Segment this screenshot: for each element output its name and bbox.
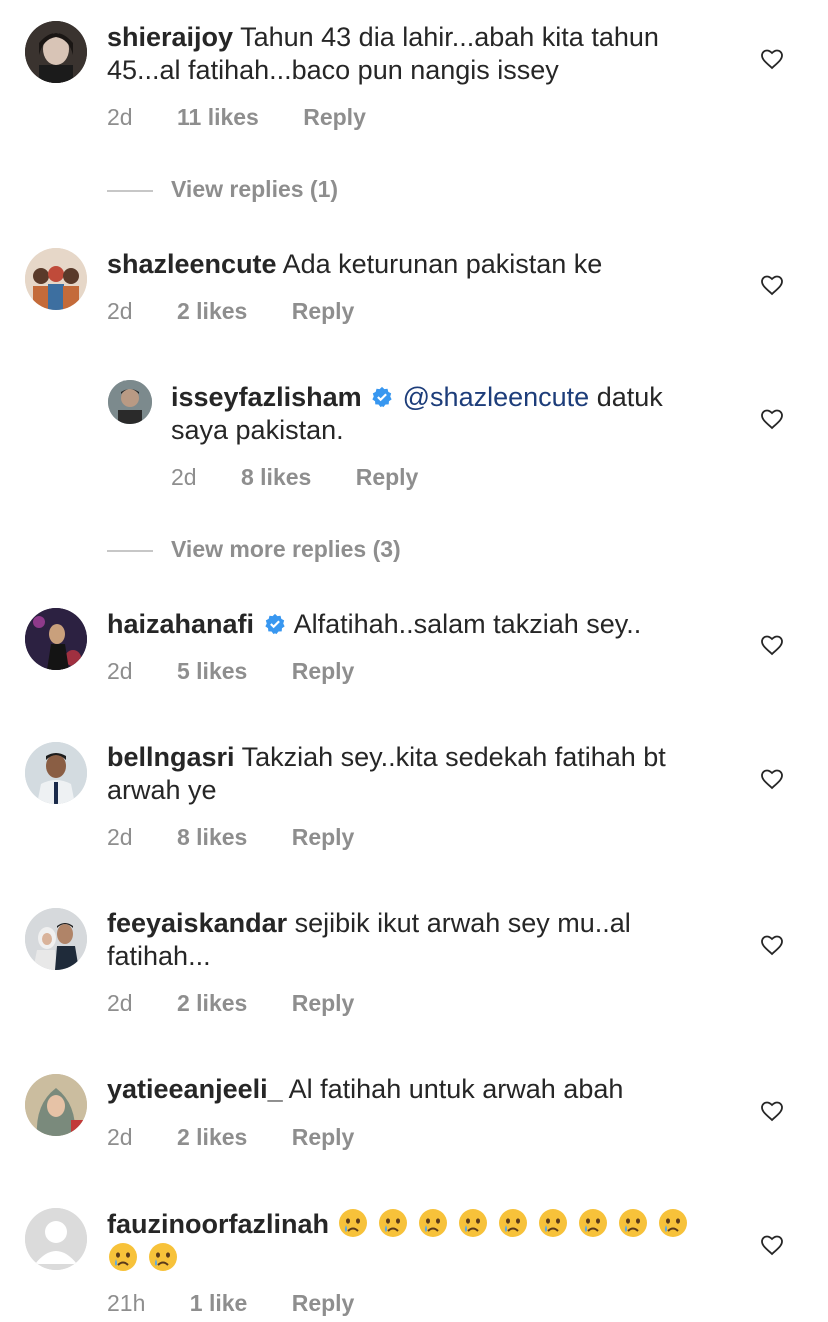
heart-icon[interactable] bbox=[760, 47, 784, 71]
avatar[interactable] bbox=[25, 742, 87, 804]
crying-face-emoji bbox=[458, 1209, 487, 1237]
divider bbox=[107, 189, 153, 192]
reply-button[interactable]: Reply bbox=[292, 298, 355, 325]
crying-face-emoji bbox=[109, 1243, 137, 1271]
reply-button[interactable]: Reply bbox=[292, 658, 355, 685]
crying-face-emoji bbox=[338, 1209, 367, 1237]
username[interactable]: fauzinoorfazlinah bbox=[107, 1209, 329, 1239]
timestamp: 2d bbox=[171, 464, 197, 490]
timestamp: 21h bbox=[107, 1290, 146, 1316]
likes-count[interactable]: 5 likes bbox=[177, 658, 247, 685]
crying-face-emoji bbox=[418, 1209, 447, 1237]
likes-count[interactable]: 1 like bbox=[190, 1290, 248, 1317]
username[interactable]: yatieeanjeeli_ bbox=[107, 1074, 283, 1104]
avatar[interactable] bbox=[25, 908, 87, 970]
heart-icon[interactable] bbox=[760, 273, 784, 297]
reply-button[interactable]: Reply bbox=[292, 824, 355, 851]
likes-count[interactable]: 11 likes bbox=[177, 104, 259, 131]
crying-face-emoji bbox=[538, 1209, 567, 1237]
likes-count[interactable]: 8 likes bbox=[241, 464, 311, 491]
view-replies-button[interactable]: View replies (1) bbox=[107, 176, 338, 203]
reply-button[interactable]: Reply bbox=[356, 464, 419, 491]
username[interactable]: shazleencute bbox=[107, 249, 277, 279]
timestamp: 2d bbox=[107, 824, 133, 850]
username[interactable]: shieraijoy bbox=[107, 22, 233, 52]
likes-count[interactable]: 2 likes bbox=[177, 298, 247, 325]
heart-icon[interactable] bbox=[760, 933, 784, 957]
timestamp: 2d bbox=[107, 658, 133, 684]
username[interactable]: feeyaiskandar bbox=[107, 908, 287, 938]
view-more-replies-button[interactable]: View more replies (3) bbox=[107, 536, 401, 563]
comment-text: haizahanafi Alfatihah..salam takziah sey… bbox=[107, 609, 642, 639]
avatar[interactable] bbox=[25, 608, 87, 670]
timestamp: 2d bbox=[107, 990, 133, 1016]
comment-text: isseyfazlisham @shazleencute datuk saya … bbox=[171, 382, 663, 445]
divider bbox=[107, 549, 153, 552]
avatar[interactable] bbox=[108, 380, 152, 424]
likes-count[interactable]: 2 likes bbox=[177, 1124, 247, 1151]
mention-link[interactable]: @shazleencute bbox=[403, 382, 590, 412]
timestamp: 2d bbox=[107, 104, 133, 130]
crying-face-emoji bbox=[578, 1209, 607, 1237]
heart-icon[interactable] bbox=[760, 633, 784, 657]
timestamp: 2d bbox=[107, 1124, 133, 1150]
username[interactable]: haizahanafi bbox=[107, 609, 254, 639]
reply-button[interactable]: Reply bbox=[292, 1290, 355, 1317]
crying-face-emoji bbox=[149, 1243, 177, 1271]
heart-icon[interactable] bbox=[760, 767, 784, 791]
likes-count[interactable]: 2 likes bbox=[177, 990, 247, 1017]
comment-text: feeyaiskandar sejibik ikut arwah sey mu.… bbox=[107, 908, 631, 971]
crying-face-emoji bbox=[618, 1209, 647, 1237]
crying-face-emoji bbox=[498, 1209, 527, 1237]
timestamp: 2d bbox=[107, 298, 133, 324]
comment-text: fauzinoorfazlinah bbox=[107, 1207, 717, 1275]
avatar[interactable] bbox=[25, 1074, 87, 1136]
comment-text: bellngasri Takziah sey..kita sedekah fat… bbox=[107, 742, 666, 805]
crying-face-emoji bbox=[658, 1209, 687, 1237]
verified-badge-icon bbox=[372, 386, 392, 408]
comment-text: shieraijoy Tahun 43 dia lahir...abah kit… bbox=[107, 22, 659, 85]
heart-icon[interactable] bbox=[760, 1099, 784, 1123]
heart-icon[interactable] bbox=[760, 1233, 784, 1257]
avatar[interactable] bbox=[25, 248, 87, 310]
username[interactable]: isseyfazlisham bbox=[171, 382, 362, 412]
comment-text: yatieeanjeeli_ Al fatihah untuk arwah ab… bbox=[107, 1074, 624, 1104]
avatar[interactable] bbox=[25, 21, 87, 83]
reply-button[interactable]: Reply bbox=[292, 990, 355, 1017]
likes-count[interactable]: 8 likes bbox=[177, 824, 247, 851]
crying-face-emoji bbox=[378, 1209, 407, 1237]
heart-icon[interactable] bbox=[760, 407, 784, 431]
verified-badge-icon bbox=[264, 613, 285, 635]
comment-text: shazleencute Ada keturunan pakistan ke bbox=[107, 249, 603, 279]
reply-button[interactable]: Reply bbox=[292, 1124, 355, 1151]
reply-button[interactable]: Reply bbox=[303, 104, 366, 131]
username[interactable]: bellngasri bbox=[107, 742, 235, 772]
avatar[interactable] bbox=[25, 1208, 87, 1270]
